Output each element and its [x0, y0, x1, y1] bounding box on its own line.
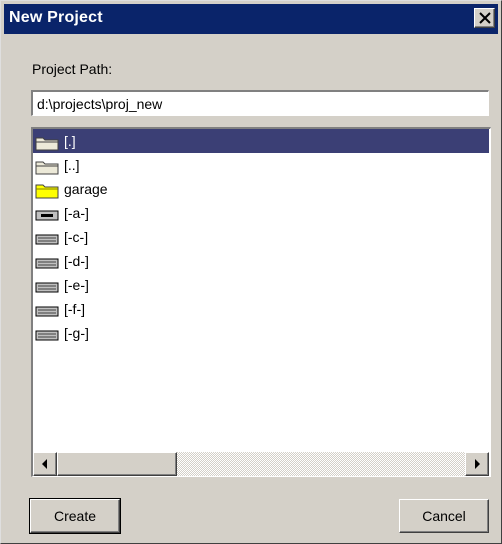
dialog-title: New Project — [9, 9, 103, 26]
title-bar[interactable]: New Project — [4, 4, 498, 34]
scrollbar-thumb[interactable] — [57, 452, 177, 476]
list-item[interactable]: garage — [33, 177, 489, 201]
floppy-drive-icon — [35, 206, 59, 221]
list-item-label: [..] — [64, 157, 80, 173]
cancel-button[interactable]: Cancel — [399, 499, 489, 533]
list-item-label: [-d-] — [64, 253, 89, 269]
list-item[interactable]: [-c-] — [33, 225, 489, 249]
list-item-label: garage — [64, 181, 108, 197]
close-icon — [479, 12, 491, 24]
scroll-right-button[interactable] — [465, 452, 489, 476]
list-item[interactable]: [-e-] — [33, 273, 489, 297]
list-item[interactable]: [.] — [33, 129, 489, 153]
list-item[interactable]: [-d-] — [33, 249, 489, 273]
new-project-dialog: New Project Project Path: [.][..]garage[… — [0, 0, 502, 544]
directory-list[interactable]: [.] [..] garage [-a-] [-c-] [-d-] [-e-] [-f-] [-… — [31, 127, 491, 477]
list-item[interactable]: [-g-] — [33, 321, 489, 345]
project-path-input[interactable] — [31, 90, 489, 116]
list-item-label: [-e-] — [64, 277, 89, 293]
list-item[interactable]: [-f-] — [33, 297, 489, 321]
list-item[interactable]: [..] — [33, 153, 489, 177]
list-item-label: [-c-] — [64, 229, 89, 245]
folder-closed-icon — [35, 158, 59, 175]
list-item-label: [-f-] — [64, 301, 85, 317]
horizontal-scrollbar[interactable] — [33, 452, 489, 476]
hard-drive-icon — [35, 254, 59, 269]
folder-yellow-icon — [35, 182, 59, 199]
arrow-right-icon — [475, 459, 480, 469]
folder-closed-icon — [35, 134, 59, 151]
directory-list-items: [.] [..] garage [-a-] [-c-] [-d-] [-e-] [-f-] [-… — [33, 129, 489, 345]
arrow-left-icon — [42, 459, 47, 469]
create-button[interactable]: Create — [29, 498, 121, 534]
scroll-left-button[interactable] — [33, 452, 57, 476]
list-item-label: [-a-] — [64, 205, 89, 221]
hard-drive-icon — [35, 326, 59, 341]
close-button[interactable] — [474, 8, 495, 28]
project-path-label: Project Path: — [32, 61, 113, 77]
list-item-label: [.] — [64, 133, 76, 149]
hard-drive-icon — [35, 302, 59, 317]
list-item[interactable]: [-a-] — [33, 201, 489, 225]
hard-drive-icon — [35, 230, 59, 245]
hard-drive-icon — [35, 278, 59, 293]
list-item-label: [-g-] — [64, 325, 89, 341]
